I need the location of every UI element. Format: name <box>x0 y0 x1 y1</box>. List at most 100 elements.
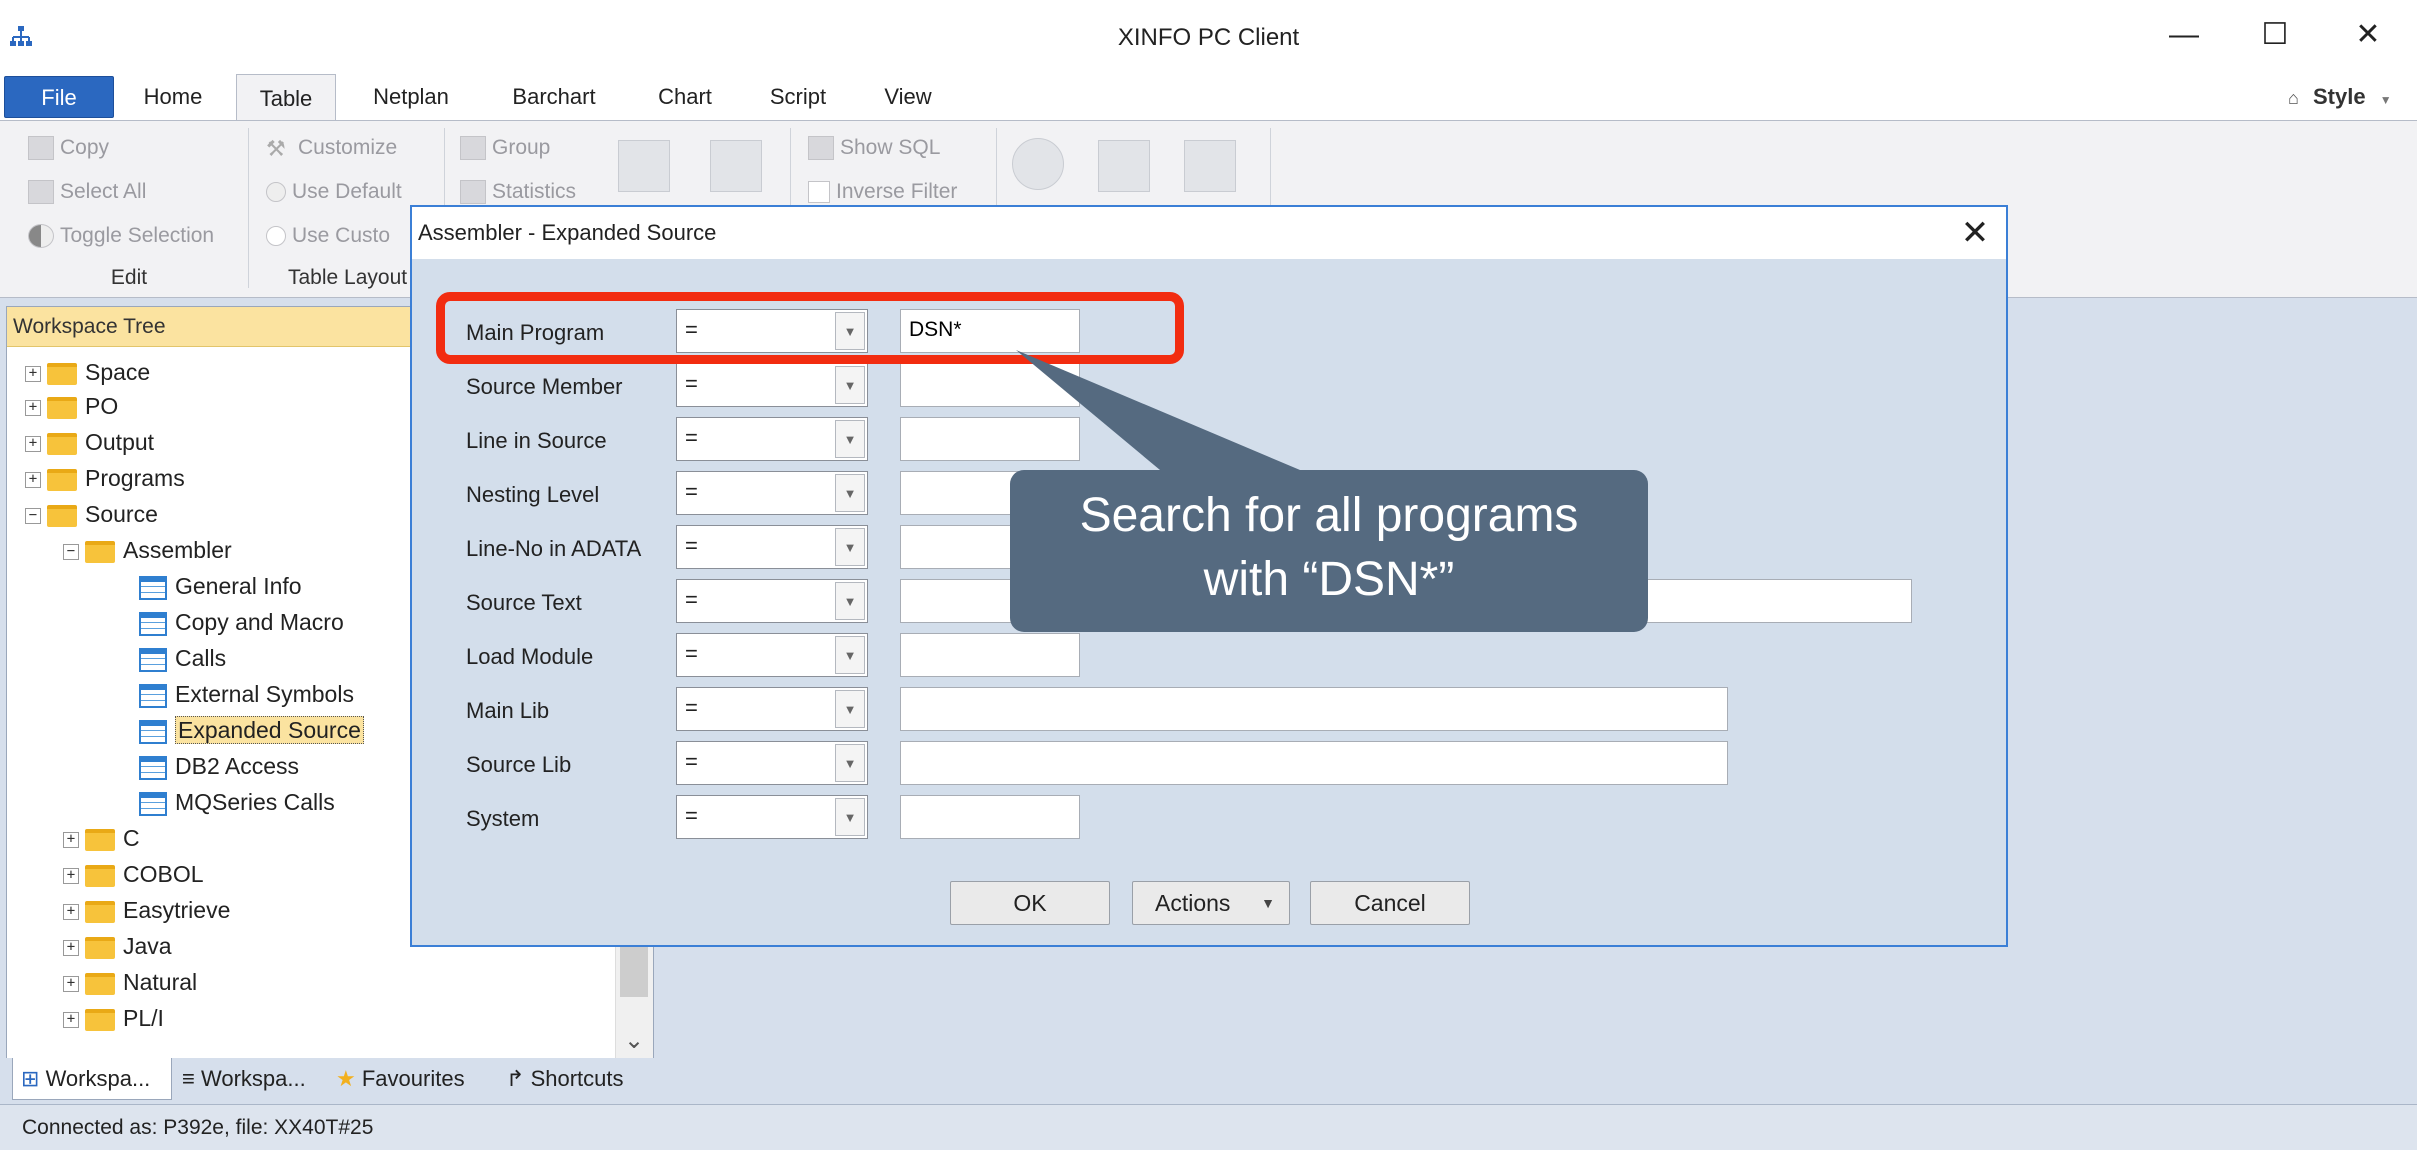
tab-home[interactable]: Home <box>130 76 216 118</box>
tab-view[interactable]: View <box>866 76 950 118</box>
expand-icon[interactable]: + <box>63 903 79 920</box>
actions-button[interactable]: Actions ▼ <box>1132 881 1290 925</box>
tree-node-calls[interactable]: Calls <box>25 641 364 675</box>
operator-select-load-module[interactable]: = ▼ <box>676 633 868 677</box>
chevron-down-icon[interactable]: ▼ <box>835 636 865 674</box>
tab-workspace-list[interactable]: ≡ Workspa... <box>182 1058 332 1100</box>
dialog-close-button[interactable]: ✕ <box>1950 207 2000 259</box>
tree-node-expanded-source[interactable]: Expanded Source <box>25 713 364 747</box>
tree-node-pli[interactable]: + PL/I <box>25 1001 364 1035</box>
tab-netplan[interactable]: Netplan <box>356 76 466 118</box>
field-label-source-lib: Source Lib <box>466 752 572 777</box>
tab-file[interactable]: File <box>4 76 114 118</box>
tree-node-db2-access[interactable]: DB2 Access <box>25 749 364 783</box>
operator-select-source-member[interactable]: = ▼ <box>676 363 868 407</box>
chevron-down-icon[interactable]: ▼ <box>835 366 865 404</box>
operator-value: = <box>685 425 698 450</box>
table-grid-icon[interactable] <box>618 140 670 192</box>
folder-icon <box>85 864 115 887</box>
source-lib-input[interactable] <box>900 741 1728 785</box>
tree-node-java[interactable]: + Java <box>25 929 364 963</box>
scroll-down-icon[interactable]: ⌄ <box>616 1026 652 1055</box>
tab-barchart[interactable]: Barchart <box>498 76 610 118</box>
tree-node-mqseries-calls[interactable]: MQSeries Calls <box>25 785 364 819</box>
tab-script[interactable]: Script <box>756 76 840 118</box>
tree-node-external-symbols[interactable]: External Symbols <box>25 677 364 711</box>
tree-node-space[interactable]: + Space <box>25 355 364 389</box>
load-module-input[interactable] <box>900 633 1080 677</box>
expand-icon[interactable]: + <box>63 939 79 956</box>
statistics-icon <box>460 180 486 205</box>
folder-chart-icon[interactable] <box>1098 140 1150 192</box>
operator-select-nesting-level[interactable]: = ▼ <box>676 471 868 515</box>
collapse-icon[interactable]: − <box>63 543 79 560</box>
tree-node-easytrieve[interactable]: + Easytrieve <box>25 893 364 927</box>
expand-icon[interactable]: + <box>25 471 41 488</box>
collapse-icon[interactable]: − <box>25 507 41 524</box>
toggle-selection-button[interactable]: Toggle Selection <box>28 224 214 249</box>
chevron-down-icon[interactable]: ▼ <box>835 420 865 458</box>
customize-button[interactable]: ⚒ Customize <box>266 136 397 161</box>
tree-node-output[interactable]: + Output <box>25 425 364 459</box>
operator-select-line-in-source[interactable]: = ▼ <box>676 417 868 461</box>
expand-icon[interactable]: + <box>25 399 41 416</box>
operator-select-line-no-adata[interactable]: = ▼ <box>676 525 868 569</box>
chevron-down-icon[interactable]: ▼ <box>835 582 865 620</box>
tree-node-general-info[interactable]: General Info <box>25 569 364 603</box>
cancel-button[interactable]: Cancel <box>1310 881 1470 925</box>
hierarchy-icon[interactable] <box>710 140 762 192</box>
expand-icon[interactable]: + <box>25 365 41 382</box>
inverse-filter-checkbox[interactable]: Inverse Filter <box>808 180 957 204</box>
tree-node-natural[interactable]: + Natural <box>25 965 364 999</box>
chart-settings-icon[interactable] <box>1184 140 1236 192</box>
tab-table[interactable]: Table <box>236 74 336 122</box>
pie-chart-icon[interactable] <box>1012 138 1064 190</box>
tree-node-label: Easytrieve <box>123 897 231 923</box>
tree-node-programs[interactable]: + Programs <box>25 461 364 495</box>
minimize-button[interactable]: — <box>2154 10 2214 60</box>
use-default-radio[interactable]: Use Default <box>266 180 402 204</box>
expand-icon[interactable]: + <box>63 975 79 992</box>
field-label-system: System <box>466 806 540 831</box>
chevron-down-icon[interactable]: ▼ <box>835 744 865 782</box>
field-label-line-in-source: Line in Source <box>466 428 607 453</box>
folder-open-icon <box>85 540 115 563</box>
expand-icon[interactable]: + <box>63 831 79 848</box>
chevron-down-icon[interactable]: ▼ <box>835 528 865 566</box>
chevron-down-icon[interactable]: ▼ <box>835 474 865 512</box>
tab-workspace-tree[interactable]: ⊞ Workspa... <box>12 1058 172 1100</box>
select-all-button[interactable]: Select All <box>28 180 146 205</box>
tree-node-source[interactable]: − Source <box>25 497 364 531</box>
close-window-button[interactable]: ✕ <box>2338 10 2398 60</box>
chevron-down-icon[interactable]: ▼ <box>835 690 865 728</box>
style-menu[interactable]: ⌂ Style ▼ <box>2288 84 2392 110</box>
operator-select-source-lib[interactable]: = ▼ <box>676 741 868 785</box>
statistics-button[interactable]: Statistics <box>460 180 576 205</box>
main-lib-input[interactable] <box>900 687 1728 731</box>
use-custom-label: Use Custo <box>292 224 391 247</box>
chevron-down-icon[interactable]: ▼ <box>835 798 865 836</box>
tab-shortcuts[interactable]: ↱ Shortcuts <box>506 1058 666 1100</box>
tree-node-label: PO <box>85 393 119 419</box>
ok-button[interactable]: OK <box>950 881 1110 925</box>
tab-favourites[interactable]: ★ Favourites <box>336 1058 496 1100</box>
tab-chart[interactable]: Chart <box>640 76 730 118</box>
operator-select-source-text[interactable]: = ▼ <box>676 579 868 623</box>
use-custom-radio[interactable]: Use Custo <box>266 224 390 248</box>
tree-node-assembler[interactable]: − Assembler <box>25 533 364 567</box>
show-sql-button[interactable]: Show SQL <box>808 136 940 161</box>
expand-icon[interactable]: + <box>63 867 79 884</box>
maximize-button[interactable]: ☐ <box>2245 10 2305 60</box>
tree-node-c[interactable]: + C <box>25 821 364 855</box>
operator-select-main-lib[interactable]: = ▼ <box>676 687 868 731</box>
tree-node-po[interactable]: + PO <box>25 389 364 423</box>
operator-select-system[interactable]: = ▼ <box>676 795 868 839</box>
system-input[interactable] <box>900 795 1080 839</box>
group-button[interactable]: Group <box>460 136 550 161</box>
copy-button[interactable]: Copy <box>28 136 109 161</box>
tree-node-label: External Symbols <box>175 681 354 707</box>
tree-node-cobol[interactable]: + COBOL <box>25 857 364 891</box>
expand-icon[interactable]: + <box>63 1011 79 1028</box>
expand-icon[interactable]: + <box>25 435 41 452</box>
tree-node-copy-and-macro[interactable]: Copy and Macro <box>25 605 364 639</box>
